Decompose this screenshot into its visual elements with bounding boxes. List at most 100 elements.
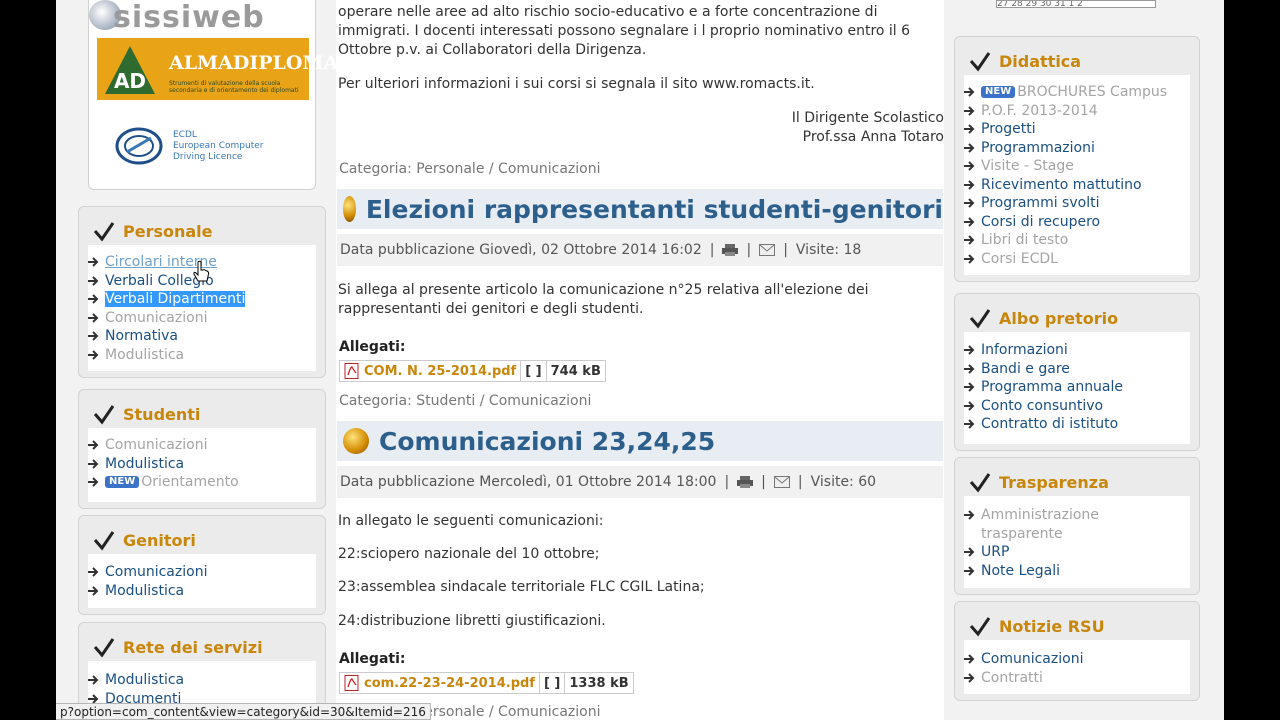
menu-item[interactable]: Progetti	[963, 120, 1195, 139]
status-bar-url: p?option=com_content&view=category&id=30…	[56, 703, 431, 720]
menu-item-label: BROCHURES Campus	[1017, 84, 1168, 101]
menu-item[interactable]: Corsi di recupero	[963, 213, 1195, 232]
attachments-label: Allegati:	[339, 339, 406, 355]
logos-box: sissiweb AD ALMADIPLOMA Strumenti di val…	[88, 0, 338, 190]
checkmark-icon	[93, 531, 115, 551]
menu-item-label: Programmazioni	[981, 139, 1095, 156]
article-meta: Data pubblicazione Giovedì, 02 Ottobre 2…	[337, 234, 943, 266]
menu-box-notizie-rsu: Notizie RSU Comunicazioni Contratti	[954, 601, 1200, 701]
arrow-right-icon	[964, 345, 975, 355]
menu-item[interactable]: trasparente	[963, 525, 1195, 544]
menu-item[interactable]: Modulistica	[87, 346, 321, 365]
article-body: 22:sciopero nazionale del 10 ottobre;	[338, 546, 600, 562]
menu-item[interactable]: Verbali Dipartimenti	[87, 290, 321, 309]
menu-item[interactable]: Comunicazioni	[87, 436, 321, 455]
menu-item[interactable]: URP	[963, 543, 1195, 562]
menu-item[interactable]: Bandi e gare	[963, 360, 1195, 379]
sissiweb-logo[interactable]: sissiweb	[113, 0, 265, 35]
menu-item[interactable]: Contratto di istituto	[963, 415, 1195, 434]
article-title-bar: Elezioni rappresentanti studenti-genitor…	[337, 189, 943, 229]
article-body: 23:assemblea sindacale territoriale FLC …	[338, 579, 705, 595]
menu-item[interactable]: Comunicazioni	[87, 563, 321, 582]
menu-list: Informazioni Bandi e gare Programma annual…	[963, 341, 1195, 434]
arrow-right-icon	[88, 459, 99, 469]
article-body: Si allega al presente articolo la comuni…	[338, 282, 869, 317]
calendar-widget[interactable]: 27 28 29 30 31 1 2	[996, 0, 1156, 8]
menu-item-label: Comunicazioni	[105, 564, 208, 581]
arrow-right-icon	[964, 382, 975, 392]
arrow-right-icon	[88, 567, 99, 577]
attachment-filename: com.22-23-24-2014.pdf	[364, 675, 535, 691]
menu-item-label: Modulistica	[105, 672, 185, 689]
menu-item-label: Libri di testo	[981, 232, 1069, 249]
right-column: 27 28 29 30 31 1 2 Didattica NEW BROCHURES…	[944, 0, 1224, 720]
box-title-text: Didattica	[999, 51, 1082, 71]
menu-item[interactable]: Amministrazione	[963, 506, 1195, 525]
intro-paragraph: operare nelle aree ad alto rischio socio…	[338, 4, 911, 58]
box-title-text: Trasparenza	[999, 472, 1109, 492]
almadiploma-logo[interactable]: AD ALMADIPLOMA Strumenti di valutazione …	[97, 38, 338, 100]
attachment-link[interactable]: COM. N. 25-2014.pdf	[340, 361, 522, 381]
ecdl-text: ECDL European Computer Driving Licence	[173, 130, 263, 163]
menu-item[interactable]: Normativa	[87, 327, 321, 346]
menu-item-label: Verbali Dipartimenti	[105, 291, 246, 308]
email-icon[interactable]	[759, 244, 776, 256]
menu-item[interactable]: Programma annuale	[963, 378, 1195, 397]
menu-list: Comunicazioni Modulistica	[87, 563, 321, 600]
menu-item-label: Comunicazioni	[105, 309, 208, 326]
arrow-right-icon	[964, 254, 975, 264]
almadiploma-name: ALMADIPLOMA	[169, 52, 339, 74]
menu-list: Comunicazioni Contratti	[963, 650, 1195, 687]
print-icon[interactable]	[722, 244, 739, 256]
arrow-right-icon	[964, 547, 975, 557]
arrow-right-icon	[964, 654, 975, 664]
menu-item[interactable]: Informazioni	[963, 341, 1195, 360]
arrow-right-icon	[964, 566, 975, 576]
menu-item[interactable]: Ricevimento mattutino	[963, 176, 1195, 195]
article-body: 24:distribuzione libretti giustificazion…	[338, 613, 606, 629]
email-icon[interactable]	[773, 476, 790, 488]
arrow-right-icon	[88, 675, 99, 685]
menu-item[interactable]: Note Legali	[963, 562, 1195, 581]
ad-logo-icon: AD	[105, 46, 155, 94]
menu-item[interactable]: Conto consuntivo	[963, 397, 1195, 416]
menu-item[interactable]: Contratti	[963, 669, 1195, 688]
checkmark-icon	[969, 617, 991, 637]
menu-item[interactable]: Programmi svolti	[963, 194, 1195, 213]
menu-item[interactable]: NEW Orientamento	[87, 473, 321, 492]
new-badge: NEW	[105, 476, 140, 489]
arrow-right-icon	[964, 217, 975, 227]
menu-item-label: Progetti	[981, 121, 1036, 138]
print-icon[interactable]	[737, 476, 754, 488]
category-line: Categoria: Personale / Comunicazioni	[339, 161, 601, 177]
menu-item-label: Contratti	[981, 669, 1043, 686]
menu-item[interactable]: NEW BROCHURES Campus	[963, 83, 1195, 102]
svg-text:AD: AD	[114, 69, 146, 93]
menu-item[interactable]: Modulistica	[87, 455, 321, 474]
ecdl-logo[interactable]: ECDL European Computer Driving Licence	[109, 124, 299, 170]
menu-item-label: Comunicazioni	[981, 651, 1084, 668]
menu-item[interactable]: P.O.F. 2013-2014	[963, 102, 1195, 121]
menu-box-genitori: Genitori Comunicazioni Modulistica	[78, 515, 326, 615]
menu-item[interactable]: Modulistica	[87, 582, 321, 601]
attachment-link[interactable]: com.22-23-24-2014.pdf	[340, 673, 540, 693]
menu-item[interactable]: Corsi ECDL	[963, 250, 1195, 269]
menu-item[interactable]: Visite - Stage	[963, 157, 1195, 176]
article-title[interactable]: Comunicazioni 23,24,25	[379, 427, 715, 456]
menu-item[interactable]: Programmazioni	[963, 139, 1195, 158]
article-title[interactable]: Elezioni rappresentanti studenti-genitor…	[366, 195, 943, 224]
menu-item-label: Visite - Stage	[981, 158, 1074, 175]
arrow-right-icon	[964, 419, 975, 429]
menu-item[interactable]: Comunicazioni	[87, 309, 321, 328]
arrow-right-icon	[964, 364, 975, 374]
box-title: Trasparenza	[969, 470, 1109, 494]
menu-item-label: Modulistica	[105, 346, 185, 363]
menu-item-label: Ricevimento mattutino	[981, 176, 1142, 193]
menu-item[interactable]: Comunicazioni	[963, 650, 1195, 669]
menu-item[interactable]: Modulistica	[87, 671, 321, 690]
attachment-row: com.22-23-24-2014.pdf [ ] 1338 kB	[339, 672, 634, 694]
menu-item[interactable]: Libri di testo	[963, 231, 1195, 250]
pdf-icon	[344, 675, 359, 691]
arrow-right-icon	[88, 276, 99, 286]
menu-item-label: Normativa	[105, 328, 179, 345]
